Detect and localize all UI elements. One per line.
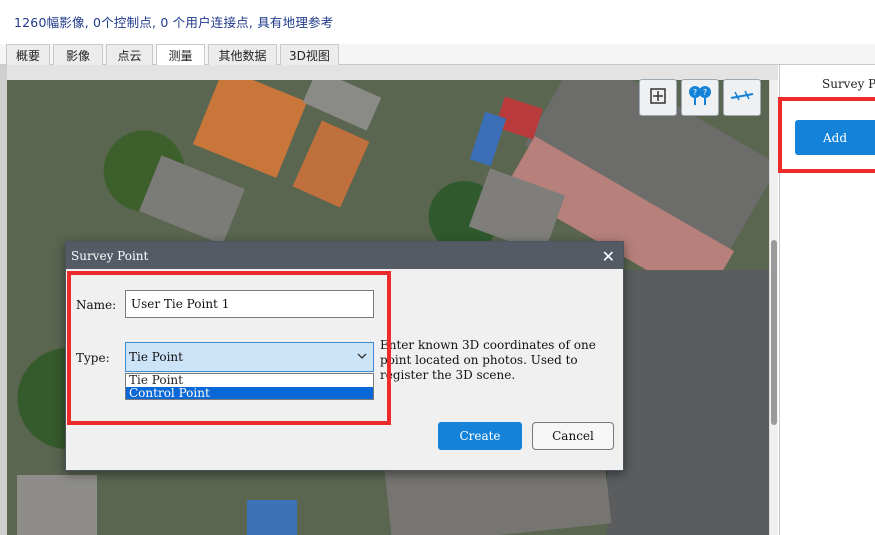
blue-roof (247, 500, 297, 535)
svg-text:?: ? (693, 88, 697, 97)
project-summary: 1260幅影像, 0个控制点, 0 个用户连接点, 具有地理参考 (14, 15, 334, 30)
tab-3d-view[interactable]: 3D视图 (280, 44, 339, 65)
tab-label: 概要 (15, 48, 40, 63)
help-text: Enter known 3D coordinates of one point … (380, 338, 596, 382)
parking-lot (607, 270, 769, 535)
tab-label: 3D视图 (289, 48, 330, 63)
highlight-box-add (778, 97, 875, 173)
cancel-button[interactable]: Cancel (532, 422, 614, 450)
grid-add-icon (649, 87, 667, 108)
gray-building (17, 475, 97, 535)
grid-add-button[interactable] (639, 79, 677, 116)
dialog-title: Survey Point (71, 248, 149, 263)
cropped-toolbar-fragment (14, 0, 174, 6)
dialog-titlebar: Survey Point ✕ (66, 242, 623, 269)
highlight-box-fields (67, 271, 391, 425)
tie-line-button[interactable] (723, 79, 761, 116)
gray-building (302, 80, 382, 131)
map-left-strip (0, 65, 7, 535)
tab-survey[interactable]: 测量 (156, 44, 205, 66)
tab-label: 测量 (168, 49, 193, 63)
gray-building (139, 155, 245, 245)
tab-label: 影像 (65, 48, 90, 63)
panel-title: Survey P (822, 77, 875, 91)
tab-images[interactable]: 影像 (53, 44, 103, 65)
tab-other-data[interactable]: 其他数据 (208, 44, 277, 65)
tie-line-icon (729, 89, 755, 106)
map-scrollbar-thumb[interactable] (771, 240, 777, 425)
blue-roof (469, 111, 507, 167)
survey-points-icon: ?? (686, 83, 714, 112)
tab-overview[interactable]: 概要 (6, 44, 50, 65)
orange-roof-building (192, 80, 308, 178)
tab-bar: 概要 影像 点云 测量 其他数据 3D视图 (0, 44, 875, 66)
tab-point-cloud[interactable]: 点云 (106, 44, 153, 65)
info-bar: 1260幅影像, 0个控制点, 0 个用户连接点, 具有地理参考 (0, 0, 875, 44)
close-icon[interactable]: ✕ (602, 247, 615, 266)
orange-roof-building (292, 120, 370, 208)
tab-label: 其他数据 (218, 48, 267, 63)
survey-points-button[interactable]: ?? (681, 79, 719, 116)
svg-text:?: ? (703, 88, 707, 97)
create-button[interactable]: Create (438, 422, 522, 450)
tab-label: 点云 (117, 48, 142, 63)
